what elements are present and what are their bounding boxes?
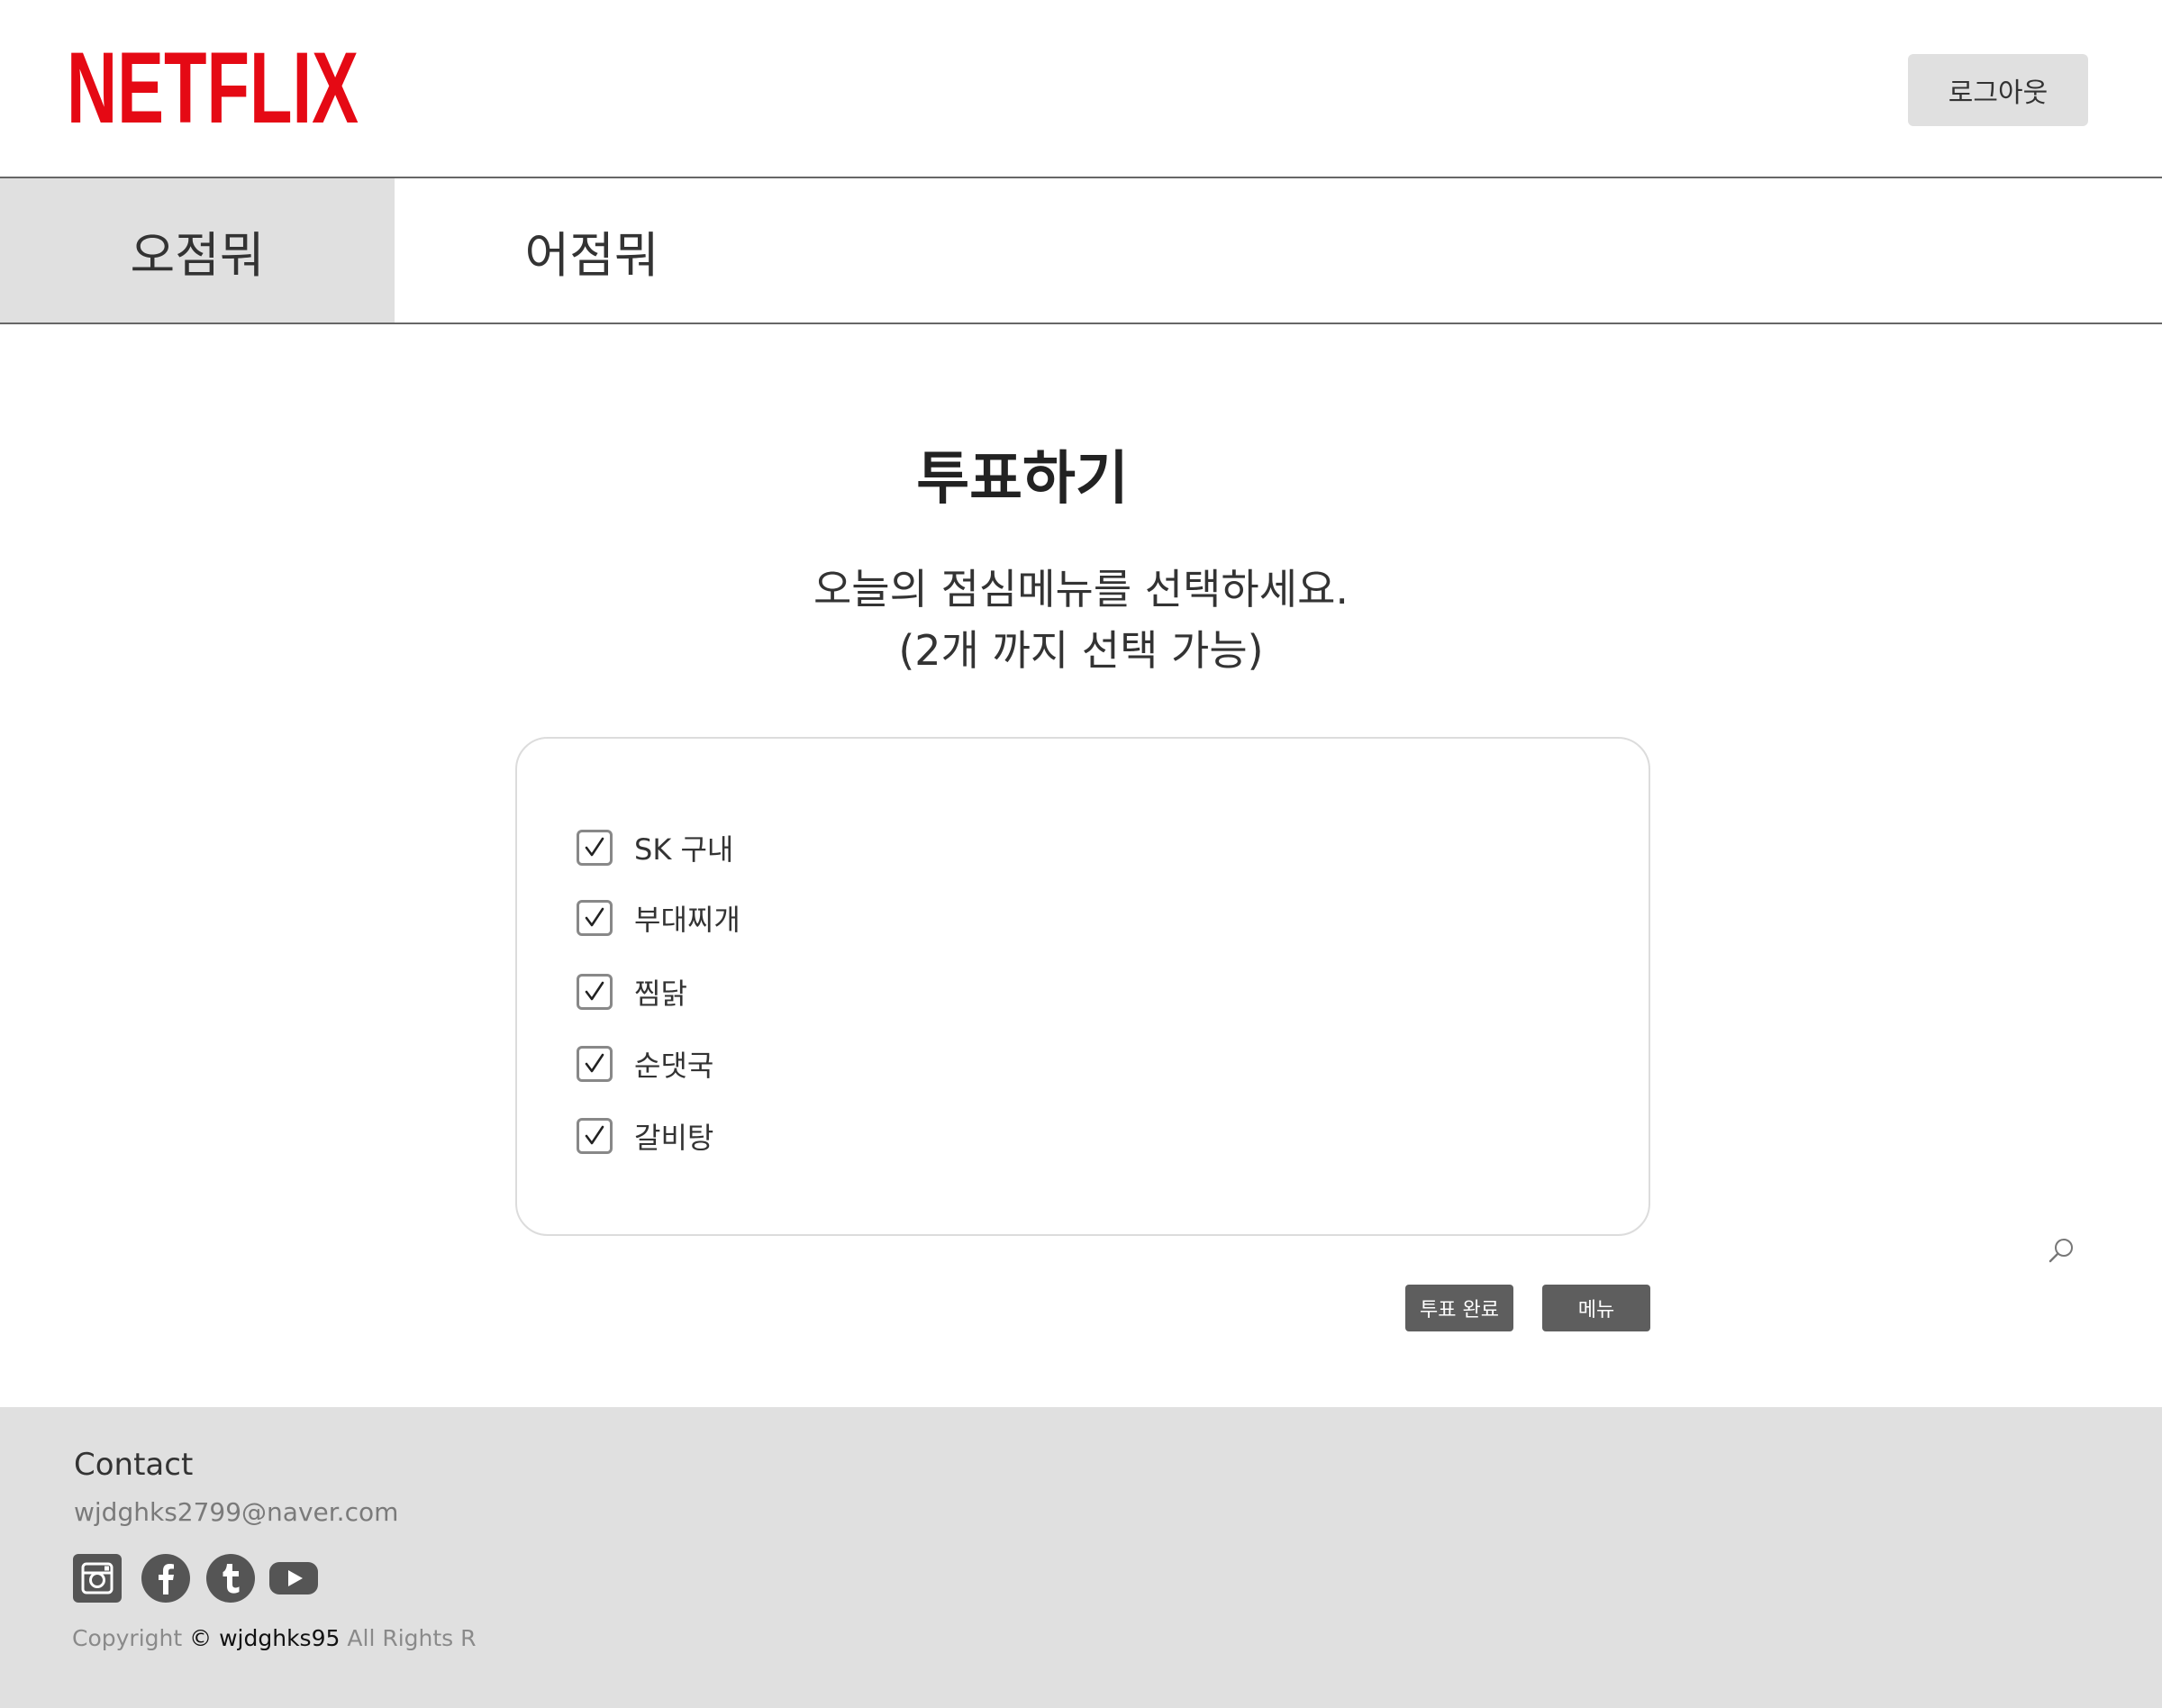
svg-text:NETFLIX: NETFLIX — [67, 40, 359, 133]
facebook-icon[interactable] — [141, 1553, 191, 1604]
header: NETFLIX 로그아웃 — [0, 0, 2162, 178]
search-icon[interactable] — [2047, 1236, 2076, 1265]
contact-title: Contact — [74, 1447, 194, 1483]
check-icon — [585, 907, 604, 927]
check-icon — [585, 837, 604, 857]
netflix-logo-icon: NETFLIX — [67, 40, 359, 133]
subtitle-line-1: 오늘의 점심메뉴를 선택하세요. — [813, 565, 1349, 613]
option-sundaeguk[interactable]: 순댓국 — [577, 1045, 713, 1083]
netflix-logo[interactable]: NETFLIX — [67, 40, 359, 133]
logout-button[interactable]: 로그아웃 — [1908, 54, 2088, 126]
tumblr-icon[interactable] — [205, 1553, 256, 1604]
tab-today-lunch[interactable]: 오점뭐 — [0, 178, 395, 323]
checkbox[interactable] — [577, 830, 613, 866]
vote-complete-button[interactable]: 투표 완료 — [1405, 1285, 1513, 1331]
youtube-icon[interactable] — [268, 1553, 319, 1604]
copyright-suffix: All Rights R — [347, 1625, 477, 1651]
check-icon — [585, 981, 604, 1001]
check-icon — [585, 1125, 604, 1145]
option-jjimdak[interactable]: 찜닭 — [577, 973, 687, 1011]
option-label: 순댓국 — [634, 1049, 714, 1083]
option-galbitang[interactable]: 갈비탕 — [577, 1117, 713, 1155]
option-label: 부대찌개 — [634, 903, 740, 937]
checkbox[interactable] — [577, 1046, 613, 1082]
checkbox[interactable] — [577, 974, 613, 1010]
menu-button[interactable]: 메뉴 — [1542, 1285, 1650, 1331]
subtitle-line-2: (2개 까지 선택 가능) — [898, 626, 1264, 675]
tab-yesterday-lunch[interactable]: 어점뭐 — [395, 178, 789, 323]
check-icon — [585, 1053, 604, 1073]
copyright: Copyright © wjdghks95 All Rights R — [72, 1625, 477, 1651]
option-label: SK 구내 — [634, 832, 734, 867]
option-budae-jjigae[interactable]: 부대찌개 — [577, 899, 740, 937]
footer: Contact wjdghks2799@naver.com Copyright ©… — [0, 1407, 2162, 1708]
copyright-owner: © wjdghks95 — [189, 1625, 341, 1651]
page-title: 투표하기 — [916, 446, 1129, 513]
checkbox[interactable] — [577, 900, 613, 936]
option-label: 갈비탕 — [634, 1121, 714, 1155]
instagram-icon[interactable] — [72, 1553, 123, 1604]
copyright-prefix: Copyright — [72, 1625, 183, 1651]
tab-bar: 오점뭐 어점뭐 — [0, 178, 2162, 324]
option-sk-cafeteria[interactable]: SK 구내 — [577, 829, 733, 867]
page-subtitle: 오늘의 점심메뉴를 선택하세요. (2개 까지 선택 가능) — [0, 559, 2162, 681]
vote-options-box: SK 구내 부대찌개 찜닭 순댓국 갈비탕 — [515, 737, 1650, 1236]
contact-email[interactable]: wjdghks2799@naver.com — [74, 1497, 398, 1527]
checkbox[interactable] — [577, 1118, 613, 1154]
option-label: 찜닭 — [634, 977, 687, 1011]
